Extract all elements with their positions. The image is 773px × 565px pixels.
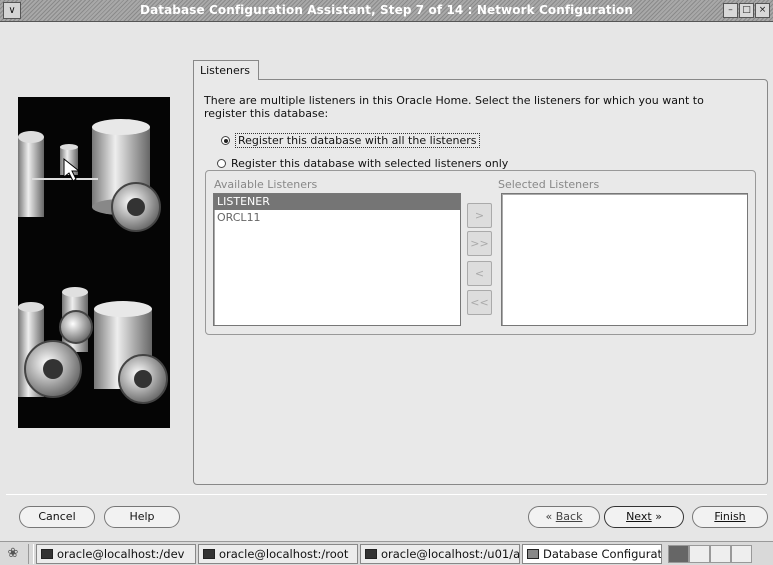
back-chevron-icon: « — [545, 510, 553, 523]
database-gears-graphic — [18, 119, 168, 404]
list-item[interactable]: ORCL11 — [214, 210, 460, 226]
move-all-left-button[interactable]: << — [467, 290, 492, 315]
close-button[interactable]: × — [755, 3, 770, 18]
task-database-configuration[interactable]: Database Configuration — [522, 543, 662, 564]
move-all-right-button[interactable]: >> — [467, 231, 492, 256]
workspace-4[interactable] — [731, 544, 752, 563]
workspace-3[interactable] — [710, 544, 731, 563]
available-listeners-label: Available Listeners — [214, 178, 318, 191]
taskbar: ❀ oracle@localhost:/dev oracle@localhost… — [0, 541, 773, 565]
help-button[interactable]: Help — [104, 506, 180, 528]
radio-all-indicator[interactable] — [221, 136, 230, 145]
title-bar[interactable]: ∨ Database Configuration Assistant, Step… — [0, 0, 773, 22]
task-label: oracle@localhost:/dev — [57, 546, 185, 561]
task-terminal-dev[interactable]: oracle@localhost:/dev — [36, 543, 196, 564]
finish-label: Finish — [714, 510, 746, 523]
radio-selected-indicator[interactable] — [217, 159, 226, 168]
radio-all-listeners[interactable]: Register this database with all the list… — [221, 133, 480, 148]
tab-listeners[interactable]: Listeners — [193, 60, 259, 80]
maximize-button[interactable]: □ — [739, 3, 754, 18]
list-item[interactable]: LISTENER — [214, 194, 460, 210]
terminal-icon — [365, 548, 377, 559]
workspace-2[interactable] — [689, 544, 710, 563]
window-title: Database Configuration Assistant, Step 7… — [140, 3, 633, 17]
minimize-button[interactable]: – — [723, 3, 738, 18]
radio-all-label: Register this database with all the list… — [235, 133, 480, 148]
description-text: There are multiple listeners in this Ora… — [204, 94, 704, 120]
database-illustration — [18, 97, 170, 428]
button-separator — [6, 494, 767, 495]
terminal-icon — [41, 548, 53, 559]
next-label: Next — [626, 510, 652, 523]
back-button[interactable]: « Back — [528, 506, 600, 528]
workspace-1[interactable] — [668, 544, 689, 563]
selected-listeners-list[interactable] — [501, 193, 748, 326]
workspace-pager[interactable] — [668, 544, 752, 563]
task-terminal-root[interactable]: oracle@localhost:/root — [198, 543, 358, 564]
next-chevron-icon: » — [655, 510, 662, 523]
next-button[interactable]: Next » — [604, 506, 684, 528]
taskbar-separator — [28, 543, 34, 564]
app-icon — [527, 548, 539, 559]
task-terminal-u01[interactable]: oracle@localhost:/u01/a — [360, 543, 520, 564]
cancel-button[interactable]: Cancel — [19, 506, 95, 528]
task-label: oracle@localhost:/u01/a — [381, 546, 520, 561]
available-listeners-list[interactable]: LISTENER ORCL11 — [213, 193, 461, 326]
radio-selected-label: Register this database with selected lis… — [231, 157, 509, 170]
back-label: Back — [555, 510, 583, 523]
system-menu-icon[interactable]: ❀ — [0, 543, 26, 565]
move-right-button[interactable]: > — [467, 203, 492, 228]
move-left-button[interactable]: < — [467, 261, 492, 286]
task-label: oracle@localhost:/root — [219, 546, 349, 561]
radio-selected-listeners[interactable]: Register this database with selected lis… — [214, 157, 512, 170]
selected-listeners-label: Selected Listeners — [498, 178, 600, 191]
task-label: Database Configuration — [543, 546, 662, 561]
terminal-icon — [203, 548, 215, 559]
finish-button[interactable]: Finish — [692, 506, 768, 528]
